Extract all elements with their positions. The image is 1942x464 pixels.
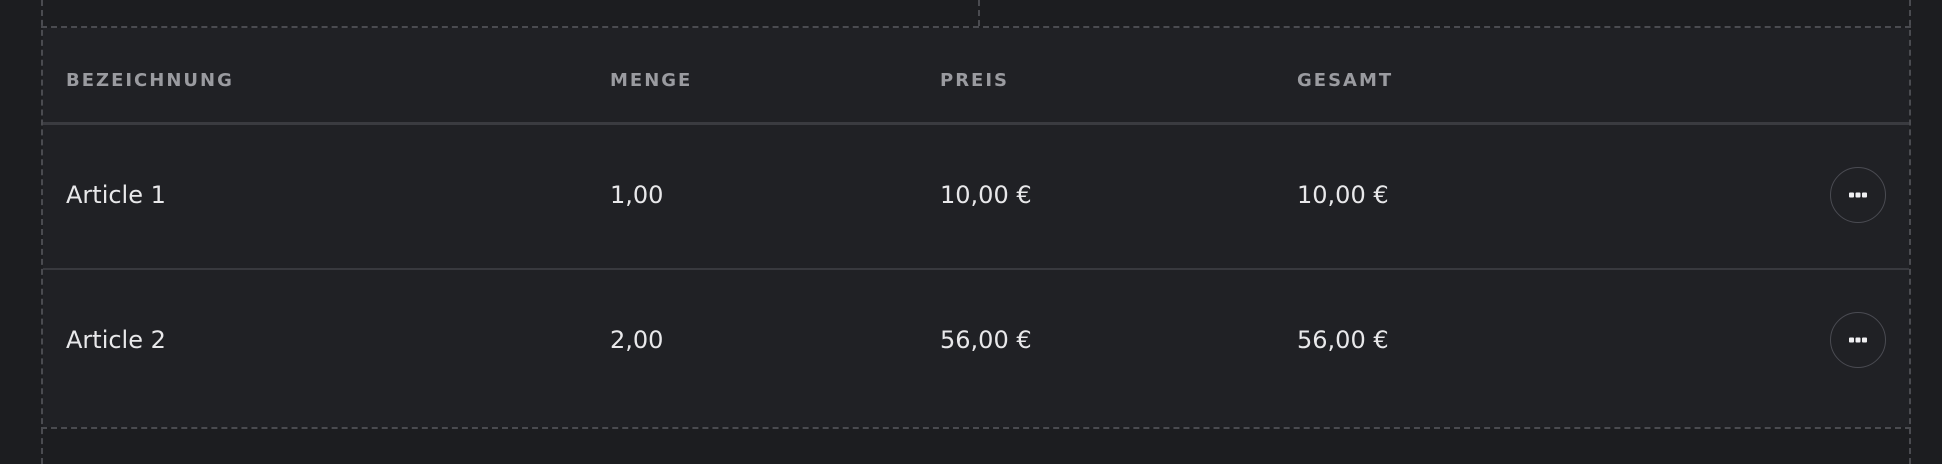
more-horizontal-icon bbox=[1849, 337, 1867, 343]
item-total: 10,00 € bbox=[1297, 181, 1389, 209]
layout-guide-right bbox=[1909, 0, 1911, 464]
invoice-items-canvas: BEZEICHNUNG MENGE PREIS GESAMT Article 1… bbox=[0, 0, 1942, 464]
column-header-quantity: MENGE bbox=[610, 70, 693, 91]
table-row: Article 2 2,00 56,00 € 56,00 € bbox=[43, 268, 1909, 413]
item-total: 56,00 € bbox=[1297, 326, 1389, 354]
layout-guide-bottom bbox=[41, 427, 1911, 429]
column-header-price: PREIS bbox=[940, 70, 1010, 91]
column-header-description: BEZEICHNUNG bbox=[66, 70, 234, 91]
item-price: 10,00 € bbox=[940, 181, 1032, 209]
column-header-total: GESAMT bbox=[1297, 70, 1394, 91]
more-horizontal-icon bbox=[1849, 192, 1867, 198]
item-quantity: 2,00 bbox=[610, 326, 664, 354]
layout-guide-column-split bbox=[978, 0, 980, 26]
row-actions-button[interactable] bbox=[1830, 312, 1886, 368]
line-items-table: BEZEICHNUNG MENGE PREIS GESAMT Article 1… bbox=[43, 28, 1909, 427]
item-description: Article 1 bbox=[66, 181, 166, 209]
item-price: 56,00 € bbox=[940, 326, 1032, 354]
table-header: BEZEICHNUNG MENGE PREIS GESAMT bbox=[43, 28, 1909, 125]
item-description: Article 2 bbox=[66, 326, 166, 354]
row-actions-button[interactable] bbox=[1830, 167, 1886, 223]
item-quantity: 1,00 bbox=[610, 181, 664, 209]
table-row: Article 1 1,00 10,00 € 10,00 € bbox=[43, 125, 1909, 268]
